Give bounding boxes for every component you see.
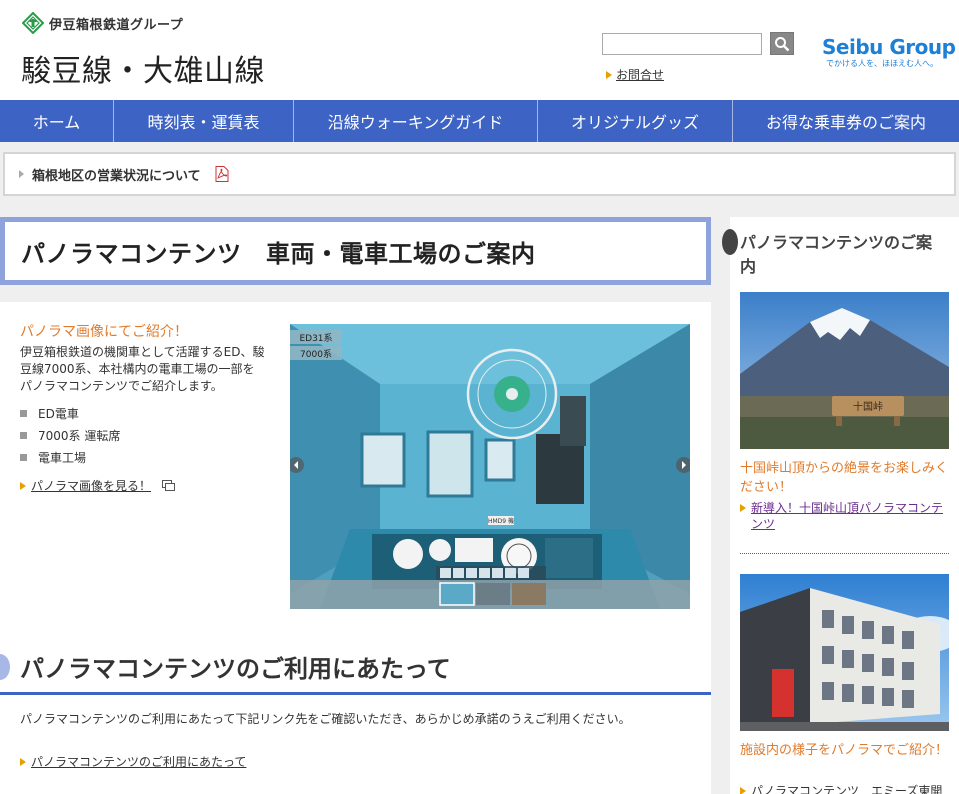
search-input[interactable]: [602, 33, 762, 55]
new-window-icon: [162, 480, 176, 491]
pano-left-icon[interactable]: [492, 568, 503, 578]
pano-zoom-out-icon[interactable]: [440, 568, 451, 578]
pdf-icon: [215, 166, 229, 182]
panorama-list: ED電車 7000系 運転席 電車工場: [20, 402, 120, 468]
panorama-heading: パノラマ画像にてご紹介！: [20, 324, 188, 340]
sidebar-caption-2: 施設内の様子をパノラマでご紹介！: [740, 743, 949, 758]
search-icon: [775, 36, 790, 51]
bullet-icon: [20, 431, 27, 439]
contact-label: お問合せ: [616, 68, 665, 82]
pano-up-icon[interactable]: [466, 568, 477, 578]
see-panorama-label: パノラマ画像を見る！: [31, 479, 152, 493]
heading-marker-icon: [0, 654, 10, 680]
usage-title: パノラマコンテンツのご利用にあたって: [20, 655, 451, 683]
pano-fullscreen-icon[interactable]: [518, 568, 529, 578]
seibu-group-logo[interactable]: Seibu Group でかける人を、ほほえむ人へ。: [822, 35, 956, 69]
nav-item-tickets[interactable]: お得な乗車券のご案内: [733, 100, 959, 142]
nav-item-walking-guide[interactable]: 沿線ウォーキングガイド: [294, 100, 538, 142]
pano-thumb-ed[interactable]: [439, 582, 475, 606]
list-item: 7000系 運転席: [20, 424, 120, 446]
sidebar-link-2-label: パノラマコンテンツ エミーズ東開: [751, 784, 943, 794]
sidebar: パノラマコンテンツのご案内 十国峠 十国峠山頂からの絶景をお楽しみください！ 新…: [722, 217, 959, 794]
site-header: 伊豆箱根鉄道グループ 駿豆線・大雄山線 お問合せ Seibu Group でかけ…: [0, 0, 959, 100]
list-item: 電車工場: [20, 446, 120, 468]
line-title[interactable]: 駿豆線・大雄山線: [21, 46, 265, 90]
arrow-right-icon: [20, 757, 26, 766]
group-logo[interactable]: 伊豆箱根鉄道グループ: [22, 12, 183, 34]
global-nav: ホーム 時刻表・運賃表 沿線ウォーキングガイド オリジナルグッズ お得な乗車券の…: [0, 100, 959, 142]
usage-link-label: パノラマコンテンツのご利用にあたって: [31, 755, 247, 769]
sidebar-link-1[interactable]: 新導入！十国峠山頂パノラマコンテンツ: [740, 500, 952, 532]
usage-link[interactable]: パノラマコンテンツのご利用にあたって: [20, 753, 246, 770]
divider: [740, 553, 949, 554]
sidebar-caption-1: 十国峠山頂からの絶景をお楽しみください！: [740, 461, 949, 495]
usage-section-heading: パノラマコンテンツのご利用にあたって: [0, 647, 711, 695]
pano-thumb-7000[interactable]: [476, 583, 510, 605]
arrow-right-icon: [606, 70, 612, 79]
arrow-right-icon: [740, 787, 746, 794]
arrow-right-icon: [740, 504, 746, 512]
see-panorama-link[interactable]: パノラマ画像を見る！: [20, 477, 176, 494]
bullet-icon: [20, 409, 27, 417]
pano-down-icon[interactable]: [479, 568, 490, 578]
page-title-box: パノラマコンテンツ 車両・電車工場のご案内: [0, 217, 711, 285]
pano-badge: HMD9 機: [488, 517, 514, 525]
seibu-tagline: でかける人を、ほほえむ人へ。: [826, 59, 938, 68]
arrow-right-icon: [19, 170, 24, 178]
contact-link[interactable]: お問合せ: [606, 66, 664, 83]
pano-thumb-factory[interactable]: [512, 583, 546, 605]
sign-text: 十国峠: [853, 400, 883, 413]
seibu-name: Seibu Group: [822, 35, 956, 59]
usage-text: パノラマコンテンツのご利用にあたって下記リンク先をご確認いただき、あらかじめ承諾…: [20, 712, 631, 726]
nav-item-goods[interactable]: オリジナルグッズ: [538, 100, 733, 142]
panorama-description: 伊豆箱根鉄道の機関車として活躍するED、駿豆線7000系、本社構内の電車工場の一…: [20, 345, 265, 393]
pano-zoom-in-icon[interactable]: [453, 568, 464, 578]
list-item: ED電車: [20, 402, 120, 424]
facility-image[interactable]: [740, 574, 949, 731]
panorama-viewer[interactable]: ED31系 7000系 HMD9 機: [290, 324, 690, 609]
heading-marker-icon: [722, 229, 738, 255]
notice-label: 箱根地区の営業状況について: [32, 168, 201, 184]
bullet-icon: [20, 453, 27, 461]
nav-item-home[interactable]: ホーム: [0, 100, 114, 142]
arrow-right-icon: [20, 481, 26, 490]
sidebar-link-1-label: 新導入！十国峠山頂パノラマコンテンツ: [751, 501, 944, 531]
group-name: 伊豆箱根鉄道グループ: [49, 17, 184, 33]
nav-item-timetable[interactable]: 時刻表・運賃表: [114, 100, 294, 142]
sidebar-link-2[interactable]: パノラマコンテンツ エミーズ東開: [740, 783, 952, 794]
main-content: パノラマ画像にてご紹介！ 伊豆箱根鉄道の機関車として活躍するED、駿豆線7000…: [0, 302, 711, 794]
pano-tag-7000[interactable]: 7000系: [300, 349, 332, 360]
search-button[interactable]: [770, 32, 794, 55]
izuhakone-emblem-icon: [22, 12, 44, 34]
mt-fuji-image[interactable]: 十国峠: [740, 292, 949, 449]
pano-right-icon[interactable]: [505, 568, 516, 578]
pano-tag-ed31[interactable]: ED31系: [299, 333, 332, 344]
page-title: パノラマコンテンツ 車両・電車工場のご案内: [21, 239, 536, 268]
notice-bar[interactable]: 箱根地区の営業状況について: [3, 152, 956, 196]
sidebar-title: パノラマコンテンツのご案内: [740, 233, 933, 276]
